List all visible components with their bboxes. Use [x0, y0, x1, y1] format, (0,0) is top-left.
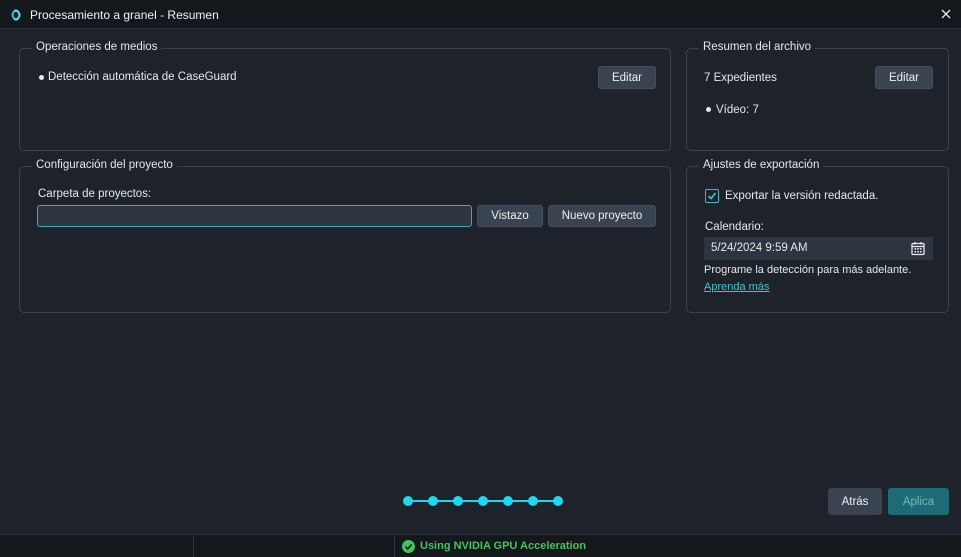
step-dot-1	[403, 496, 413, 506]
close-icon	[941, 9, 951, 19]
project-folder-label: Carpeta de proyectos:	[38, 188, 152, 200]
new-project-button[interactable]: Nuevo proyecto	[548, 205, 656, 227]
media-operations-panel: Operaciones de medios Detección automáti…	[19, 41, 671, 151]
gpu-status-text: Using NVIDIA GPU Acceleration	[420, 540, 587, 552]
file-summary-panel: Resumen del archivo 7 Expedientes Editar…	[686, 41, 949, 151]
status-divider	[193, 535, 194, 557]
media-operations-legend: Operaciones de medios	[32, 41, 162, 53]
status-divider	[394, 535, 395, 557]
export-settings-panel: Ajustes de exportación Exportar la versi…	[686, 159, 949, 313]
project-config-legend: Configuración del proyecto	[32, 159, 177, 171]
export-redacted-checkbox[interactable]	[705, 189, 719, 203]
step-dot-2	[428, 496, 438, 506]
media-operation-item: Detección automática de CaseGuard	[48, 71, 237, 83]
file-summary-legend: Resumen del archivo	[699, 41, 816, 53]
project-config-panel: Configuración del proyecto Carpeta de pr…	[19, 159, 671, 313]
step-dot-6	[528, 496, 538, 506]
calendar-value: 5/24/2024 9:59 AM	[711, 242, 808, 254]
caseguard-logo-icon	[11, 9, 21, 21]
calendar-label: Calendario:	[705, 221, 764, 233]
edit-file-summary-button[interactable]: Editar	[875, 66, 933, 89]
edit-media-operations-button[interactable]: Editar	[598, 66, 656, 89]
step-dot-4	[478, 496, 488, 506]
bullet-icon	[706, 107, 711, 112]
window-title: Procesamiento a granel - Resumen	[30, 8, 219, 22]
bullet-icon	[39, 75, 44, 80]
checkmark-icon	[707, 192, 717, 200]
file-count: 7 Expedientes	[704, 72, 777, 84]
close-button[interactable]	[937, 5, 955, 23]
apply-button[interactable]: Aplica	[888, 488, 949, 515]
wizard-stepper	[403, 495, 565, 507]
status-bar: Using NVIDIA GPU Acceleration	[0, 534, 961, 557]
step-dot-5	[503, 496, 513, 506]
check-circle-icon	[402, 540, 415, 553]
step-dot-3	[453, 496, 463, 506]
calendar-icon[interactable]	[911, 241, 925, 256]
learn-more-link[interactable]: Aprenda más	[704, 281, 769, 293]
export-settings-legend: Ajustes de exportación	[699, 159, 824, 171]
back-button[interactable]: Atrás	[828, 488, 882, 515]
step-dot-7	[553, 496, 563, 506]
project-folder-input[interactable]	[37, 205, 472, 227]
file-summary-item: Vídeo: 7	[716, 104, 759, 116]
schedule-note: Programe la detección para más adelante.	[704, 264, 912, 276]
browse-button[interactable]: Vistazo	[477, 205, 543, 227]
title-bar: Procesamiento a granel - Resumen	[0, 0, 961, 29]
calendar-date-field[interactable]: 5/24/2024 9:59 AM	[704, 237, 933, 260]
export-redacted-label: Exportar la versión redactada.	[725, 190, 879, 202]
